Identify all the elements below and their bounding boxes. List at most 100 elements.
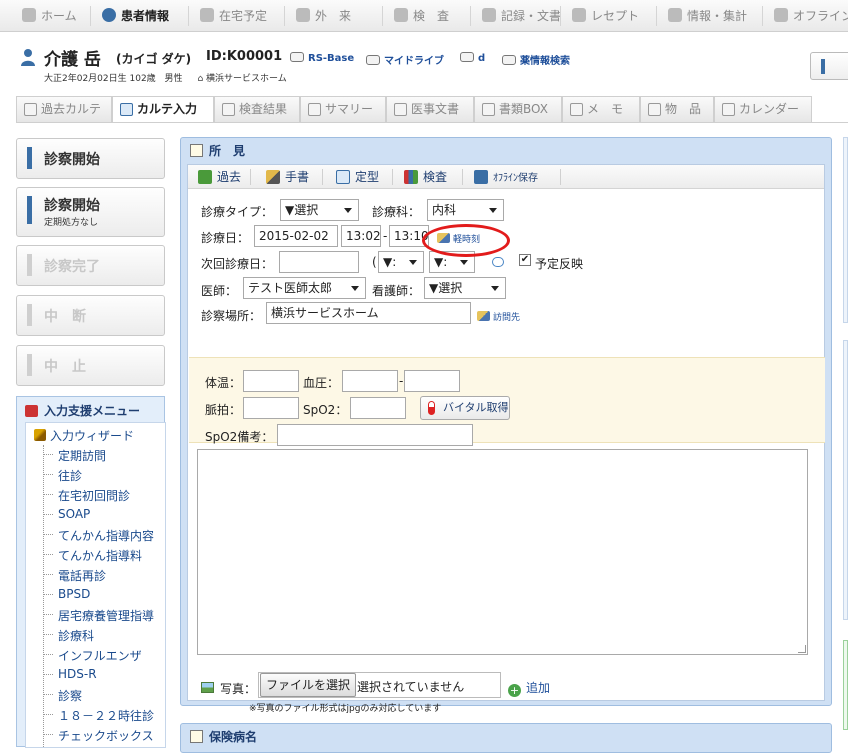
nav-home-schedule[interactable]: 在宅予定 xyxy=(200,0,267,32)
choose-file-button[interactable]: ファイルを選択 xyxy=(260,673,357,697)
nav-outpatient[interactable]: 外 来 xyxy=(296,0,351,32)
visit-destination-link[interactable]: 訪問先 xyxy=(477,310,520,323)
start-time-input[interactable]: 13:02 xyxy=(341,225,381,247)
tab-past-chart[interactable]: 過去カルテ xyxy=(16,96,112,122)
tab-calendar[interactable]: カレンダー xyxy=(714,96,812,122)
dept-select[interactable]: 内科 xyxy=(427,199,504,221)
tab-summary[interactable]: サマリー xyxy=(300,96,386,122)
bar-chart-icon xyxy=(404,170,418,184)
arrow-back-icon xyxy=(198,170,212,184)
tab-document-box[interactable]: 書類BOX xyxy=(474,96,562,122)
pencil-icon xyxy=(120,103,133,116)
bp-diastolic-input[interactable] xyxy=(404,370,460,392)
findings-title: 所 見 xyxy=(190,142,245,159)
start-exam-button[interactable]: 診察開始 xyxy=(16,138,165,179)
vitals-section: 体温： 血圧： - 脈拍： SpO2： バイタル取得 SpO2備考： xyxy=(189,357,825,446)
wizard-item[interactable]: １８－２２時往診 xyxy=(43,705,165,725)
template-button[interactable]: 定型 xyxy=(336,165,379,189)
wizard-item[interactable]: BPSD xyxy=(43,585,165,605)
d-link[interactable]: d xyxy=(460,52,485,64)
patient-id: ID:K00001 xyxy=(206,49,283,64)
complete-exam-button[interactable]: 診察完了 xyxy=(16,245,165,286)
next-date-input[interactable] xyxy=(279,251,359,273)
schedule-reflect-checkbox[interactable]: ✔ xyxy=(519,254,531,266)
wizard-item[interactable]: SOAP xyxy=(43,505,165,525)
spo2-input[interactable] xyxy=(350,397,406,419)
nav-divider xyxy=(382,6,383,26)
patient-header: 介護 岳 (カイゴ ダケ) ID:K00001 RS-Base マイドライブ d… xyxy=(0,32,848,96)
drug-info-link[interactable]: 薬情報検索 xyxy=(502,52,570,67)
nav-stats[interactable]: 情報・集計 xyxy=(668,0,747,32)
wizard-item[interactable]: 診察 xyxy=(43,685,165,705)
tab-test-results[interactable]: 検査結果 xyxy=(214,96,300,122)
wizard-item[interactable]: 電話再診 xyxy=(43,565,165,585)
wizard-item[interactable]: インフルエンザ xyxy=(43,645,165,665)
place-input[interactable]: 横浜サービスホーム xyxy=(266,302,471,324)
wizard-item[interactable]: HDS-R xyxy=(43,665,165,685)
offline-save-button[interactable]: ｵﾌﾗｲﾝ保存 xyxy=(474,165,538,189)
notepad-icon xyxy=(190,144,203,157)
basket-icon xyxy=(648,103,661,116)
past-chart-icon xyxy=(24,103,37,116)
wizard-item[interactable]: チェックボックス xyxy=(43,725,165,745)
nav-home[interactable]: ホーム xyxy=(22,0,77,32)
photo-label: 写真： xyxy=(220,682,257,696)
right-side-button[interactable] xyxy=(810,52,848,80)
wizard-item[interactable]: てんかん指導料 xyxy=(43,545,165,565)
tab-supplies[interactable]: 物 品 xyxy=(640,96,714,122)
tab-medical-documents[interactable]: 医事文書 xyxy=(386,96,474,122)
start-exam-no-regular-button[interactable]: 診察開始 定期処方なし xyxy=(16,187,165,237)
doctor-label: 医師： xyxy=(201,284,238,298)
handwriting-button[interactable]: 手書 xyxy=(266,165,309,189)
vital-fetch-button[interactable]: バイタル取得 xyxy=(420,396,510,420)
nav-divider xyxy=(470,6,471,26)
patient-kana: (カイゴ ダケ) xyxy=(116,52,192,66)
visit-date-input[interactable]: 2015-02-02 xyxy=(254,225,338,247)
tab-memo[interactable]: メ モ xyxy=(562,96,640,122)
file-input[interactable]: ファイルを選択 選択されていません xyxy=(258,672,501,698)
spo2-note-input[interactable] xyxy=(277,424,473,446)
patients-icon xyxy=(102,8,116,22)
input-assist-menu: 入力支援メニュー 入力ウィザード 定期訪問 往診 在宅初回問診 SOAP てんか… xyxy=(16,396,166,748)
photo-format-note: ※写真のファイル形式はjpgのみ対応しています xyxy=(249,704,442,714)
wizard-item[interactable]: 診療科 xyxy=(43,625,165,645)
nav-records[interactable]: 記録・文書 xyxy=(482,0,561,32)
pulse-input[interactable] xyxy=(243,397,299,419)
findings-textarea[interactable] xyxy=(197,449,808,655)
nurse-select[interactable]: ▼選択 xyxy=(424,277,506,299)
nav-test[interactable]: 検 査 xyxy=(394,0,449,32)
nav-offline[interactable]: オフライン xyxy=(774,0,848,32)
right-panel-edge xyxy=(843,640,848,730)
tab-chart-input[interactable]: カルテ入力 xyxy=(112,96,214,123)
wizard-item[interactable]: 定期訪問 xyxy=(43,445,165,465)
plus-icon: + xyxy=(508,684,521,697)
wizard-item[interactable]: 往診 xyxy=(43,465,165,485)
home-icon xyxy=(22,8,36,22)
rs-base-link[interactable]: RS-Base xyxy=(290,52,354,64)
interrupt-button[interactable]: 中 断 xyxy=(16,295,165,336)
resize-grip[interactable] xyxy=(798,645,806,653)
assist-menu-title: 入力支援メニュー xyxy=(25,402,140,419)
nav-divider xyxy=(560,6,561,26)
comment-icon[interactable] xyxy=(492,257,504,267)
nav-patient-info[interactable]: 患者情報 xyxy=(102,0,169,32)
next-hour-select[interactable]: ▼: xyxy=(378,251,424,273)
temp-input[interactable] xyxy=(243,370,299,392)
visit-type-select[interactable]: ▼選択 xyxy=(280,199,359,221)
bp-label: 血圧： xyxy=(303,376,340,390)
offline-icon xyxy=(774,8,788,22)
bp-systolic-input[interactable] xyxy=(342,370,398,392)
past-button[interactable]: 過去 xyxy=(198,165,241,189)
test-button[interactable]: 検査 xyxy=(404,165,447,189)
input-wizard[interactable]: 入力ウィザード xyxy=(34,427,134,444)
cancel-exam-button[interactable]: 中 止 xyxy=(16,345,165,386)
wizard-item[interactable]: てんかん指導内容 xyxy=(43,525,165,545)
thermometer-icon xyxy=(428,401,435,415)
mydrive-link[interactable]: マイドライブ xyxy=(366,52,444,67)
nav-receipt[interactable]: レセプト xyxy=(572,0,639,32)
add-photo-button[interactable]: + 追加 xyxy=(508,679,550,697)
wizard-item[interactable]: 在宅初回問診 xyxy=(43,485,165,505)
wizard-item[interactable]: 居宅療養管理指導 xyxy=(43,605,165,625)
doctor-select[interactable]: テスト医師太郎 xyxy=(243,277,366,299)
outpatient-icon xyxy=(296,8,310,22)
